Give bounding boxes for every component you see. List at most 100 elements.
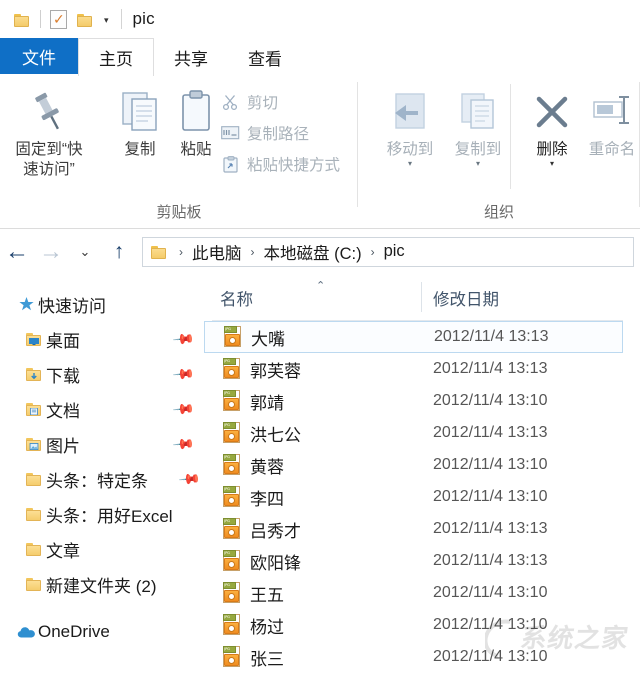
breadcrumb[interactable]: › 此电脑 › 本地磁盘 (C:) › pic: [142, 236, 634, 267]
cut-button[interactable]: 剪切: [218, 88, 278, 116]
copy-to-button[interactable]: 复制到 ▾: [440, 84, 516, 168]
file-name: 郭靖: [250, 393, 284, 413]
sidebar-item-documents[interactable]: 文档 📌: [0, 392, 204, 427]
table-row[interactable]: 洪七公 2012/11/4 13:13: [204, 417, 623, 449]
column-header-modified[interactable]: 修改日期: [433, 286, 499, 310]
ribbon-group-organize: 移动到 ▾ 复制到 ▾ 删除 ▾ 重命名 组织: [358, 76, 640, 228]
sidebar-item-desktop[interactable]: 桌面 📌: [0, 322, 204, 357]
copy-path-icon: [218, 123, 242, 143]
sidebar-label-documents: 文档: [46, 402, 80, 421]
jpg-file-icon: [222, 422, 243, 444]
sidebar-label-toutiao-teding: 头条：特定条: [46, 472, 148, 491]
column-divider[interactable]: [421, 282, 422, 312]
sort-ascending-icon: ⌃: [316, 280, 326, 292]
jpg-file-icon: [222, 390, 243, 412]
copy-to-label: 复制到: [454, 141, 502, 158]
table-row[interactable]: 欧阳锋 2012/11/4 13:13: [204, 545, 623, 577]
jpg-file-icon: [222, 358, 243, 380]
table-row[interactable]: 杨过 2012/11/4 13:10: [204, 609, 623, 641]
properties-icon[interactable]: ✓: [50, 9, 67, 29]
new-folder-icon[interactable]: [77, 12, 94, 27]
chevron-down-icon[interactable]: ▾: [514, 160, 590, 168]
sidebar-item-pictures[interactable]: 图片 📌: [0, 427, 204, 462]
jpg-file-icon: [222, 486, 243, 508]
title-divider: [120, 9, 122, 29]
jpg-file-icon: [222, 454, 243, 476]
paste-shortcut-button[interactable]: 粘贴快捷方式: [218, 150, 340, 178]
tab-share[interactable]: 共享: [154, 38, 228, 76]
back-button[interactable]: ←: [0, 235, 34, 269]
forward-button[interactable]: →: [34, 235, 68, 269]
file-modified-date: 2012/11/4 13:10: [433, 488, 548, 505]
chevron-down-icon[interactable]: ▾: [440, 160, 516, 168]
file-name: 洪七公: [250, 425, 301, 445]
folder-icon[interactable]: [14, 12, 31, 27]
table-row[interactable]: 郭靖 2012/11/4 13:10: [204, 385, 623, 417]
breadcrumb-item-this-pc[interactable]: 此电脑: [190, 240, 244, 264]
up-button[interactable]: ↑: [102, 235, 136, 269]
address-bar: ← → ⌄ ↑ › 此电脑 › 本地磁盘 (C:) › pic: [0, 229, 640, 274]
breadcrumb-item-local-disk[interactable]: 本地磁盘 (C:): [262, 240, 364, 264]
table-row[interactable]: 郭芙蓉 2012/11/4 13:13: [204, 353, 623, 385]
tab-file[interactable]: 文件: [0, 38, 78, 74]
jpg-file-icon: [223, 326, 244, 348]
sidebar-label-onedrive: OneDrive: [38, 621, 110, 641]
table-row[interactable]: 大嘴 2012/11/4 13:13: [204, 321, 623, 353]
file-modified-date: 2012/11/4 13:13: [434, 328, 549, 345]
move-to-icon: [372, 84, 448, 140]
breadcrumb-separator-0: ›: [179, 244, 183, 259]
sidebar-item-onedrive[interactable]: OneDrive: [0, 614, 204, 649]
folder-icon: [22, 542, 46, 557]
jpg-file-icon: [222, 518, 243, 540]
clipboard-group-label: 剪贴板: [156, 204, 202, 221]
table-row[interactable]: 黄蓉 2012/11/4 13:10: [204, 449, 623, 481]
move-to-button[interactable]: 移动到 ▾: [372, 84, 448, 168]
file-name: 郭芙蓉: [250, 361, 301, 381]
tab-home[interactable]: 主页: [78, 38, 154, 76]
file-name: 黄蓉: [250, 457, 284, 477]
file-modified-date: 2012/11/4 13:13: [433, 552, 548, 569]
ribbon-group-clipboard: 固定到“快 速访问” 复制 粘贴 剪切 复制路径 粘贴快捷方式 剪贴板: [0, 76, 358, 228]
chevron-down-icon[interactable]: ▾: [104, 15, 109, 25]
jpg-file-icon: [222, 550, 243, 572]
folder-icon: [22, 577, 46, 592]
breadcrumb-item-pic[interactable]: pic: [382, 242, 407, 261]
star-pin-icon: [14, 296, 38, 313]
table-row[interactable]: 王五 2012/11/4 13:10: [204, 577, 623, 609]
rename-button[interactable]: 重命名: [574, 84, 640, 160]
ribbon-panel: 固定到“快 速访问” 复制 粘贴 剪切 复制路径 粘贴快捷方式 剪贴板 移动到 …: [0, 76, 640, 229]
sidebar-item-downloads[interactable]: 下载 📌: [0, 357, 204, 392]
sidebar-item-quick-access[interactable]: 快速访问: [0, 287, 204, 322]
pin-icon[interactable]: 📌: [172, 362, 196, 385]
pin-icon[interactable]: 📌: [172, 327, 196, 350]
rename-icon: [574, 84, 640, 140]
copy-path-button[interactable]: 复制路径: [218, 119, 309, 147]
file-modified-date: 2012/11/4 13:13: [433, 360, 548, 377]
tab-view[interactable]: 查看: [228, 38, 302, 76]
tabstrip-filler: [302, 38, 640, 76]
table-row[interactable]: 吕秀才 2012/11/4 13:13: [204, 513, 623, 545]
pictures-folder-icon: [22, 437, 46, 452]
pin-icon[interactable]: 📌: [178, 467, 202, 490]
pin-icon[interactable]: 📌: [172, 432, 196, 455]
pin-icon[interactable]: 📌: [172, 397, 196, 420]
table-row[interactable]: 李四 2012/11/4 13:10: [204, 481, 623, 513]
folder-icon: [22, 472, 46, 487]
sidebar-item-toutiao-teding[interactable]: 头条：特定条 📌: [0, 462, 204, 497]
sidebar-item-new-folder-2[interactable]: 新建文件夹 (2): [0, 567, 204, 602]
table-row[interactable]: 张三 2012/11/4 13:10: [204, 641, 623, 673]
chevron-down-icon[interactable]: ▾: [372, 160, 448, 168]
column-header-name[interactable]: 名称: [220, 286, 253, 310]
file-list-pane: 名称 ⌃ 修改日期 大嘴 2012/11/4 13:13 郭芙蓉 2012/11…: [204, 274, 623, 675]
recent-locations-button[interactable]: ⌄: [68, 235, 102, 269]
file-name: 大嘴: [251, 329, 285, 349]
file-modified-date: 2012/11/4 13:10: [433, 456, 548, 473]
sidebar-item-toutiao-excel[interactable]: 头条：用好Excel: [0, 497, 204, 532]
sidebar-item-articles[interactable]: 文章: [0, 532, 204, 567]
check-mark-glyph: ✓: [53, 11, 65, 28]
title-bar: ✓ ▾ pic: [0, 0, 640, 38]
copy-path-label: 复制路径: [247, 126, 310, 143]
pin-to-quick-access-button[interactable]: 固定到“快 速访问”: [6, 84, 92, 180]
pin-icon: [6, 84, 92, 140]
breadcrumb-separator-2: ›: [370, 244, 375, 259]
